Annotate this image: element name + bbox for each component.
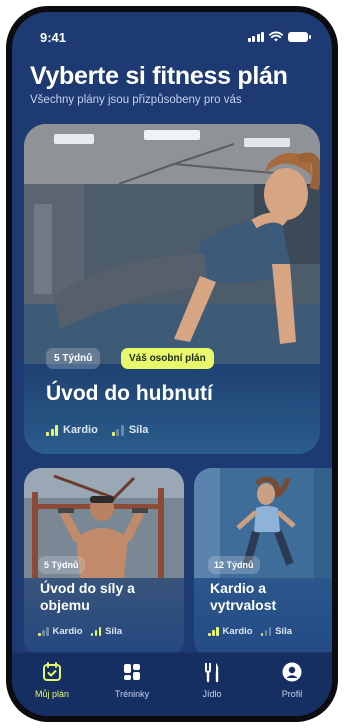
tab-label: Můj plán (34, 689, 70, 699)
tag-label: Kardio (52, 626, 83, 637)
level-bars-icon (38, 627, 49, 636)
cutlery-icon (199, 659, 225, 685)
tag-label: Síla (105, 626, 122, 637)
plan-tags: Kardio Síla (46, 424, 148, 436)
status-bar: 9:41 (12, 12, 332, 52)
plan-tags: Kardio Síla (38, 626, 122, 637)
profile-icon (279, 659, 305, 685)
tag-kardio: Kardio (208, 626, 253, 637)
calendar-check-icon (39, 659, 65, 685)
tag-kardio: Kardio (38, 626, 83, 637)
tab-bar: Můj plán Tréninky Jídlo Profil (12, 652, 332, 716)
tag-sila: Síla (260, 626, 292, 637)
featured-plan-card[interactable]: 5 Týdnů Váš osobní plán Úvod do hubnutí … (24, 124, 320, 454)
level-bars-icon (208, 627, 219, 636)
plan-name-line2: vytrvalost (210, 597, 277, 613)
plan-tags: Kardio Síla (208, 626, 292, 637)
tag-label: Síla (128, 424, 149, 436)
plan-name: Úvod do síly a objemu (40, 580, 135, 614)
plan-name-line1: Kardio a (210, 580, 267, 596)
app-screen: 9:41 Vyberte si fitness plán Všechny plá… (12, 12, 332, 716)
duration-badge: 5 Týdnů (46, 348, 101, 369)
plan-name-line2: objemu (40, 597, 90, 613)
status-icons (247, 31, 311, 42)
level-bars-icon (90, 627, 102, 636)
plan-card-strength[interactable]: 5 Týdnů Úvod do síly a objemu Kardio Síl… (24, 468, 184, 658)
battery-icon (288, 31, 311, 42)
plan-card-cardio[interactable]: 12 Týdnů Kardio a vytrvalost Kardio Síla (194, 468, 332, 658)
tab-food[interactable]: Jídlo (177, 659, 247, 699)
plan-name: Kardio a vytrvalost (210, 580, 276, 614)
tag-label: Kardio (222, 626, 253, 637)
level-bars-icon (260, 627, 272, 636)
wifi-icon (269, 31, 283, 42)
duration-badge: 12 Týdnů (208, 556, 260, 574)
tab-label: Tréninky (114, 689, 150, 699)
cellular-signal-icon (247, 31, 264, 42)
level-bars-icon (111, 424, 124, 436)
tag-sila: Síla (111, 424, 149, 436)
tab-label: Profil (281, 689, 303, 699)
tab-label: Jídlo (202, 689, 222, 699)
level-bars-icon (46, 424, 58, 436)
tag-sila: Síla (90, 626, 122, 637)
personal-plan-badge: Váš osobní plán (121, 348, 214, 369)
tag-label: Síla (275, 626, 292, 637)
duration-badge: 5 Týdnů (38, 556, 85, 574)
tab-workouts[interactable]: Tréninky (97, 659, 167, 699)
status-time: 9:41 (40, 30, 67, 45)
page-title: Vyberte si fitness plán (30, 62, 288, 90)
page-subtitle: Všechny plány jsou přizpůsobeny pro vás (30, 94, 242, 106)
plan-name-line1: Úvod do síly a (40, 580, 135, 596)
tab-my-plan[interactable]: Můj plán (17, 659, 87, 699)
phone-frame: 9:41 Vyberte si fitness plán Všechny plá… (6, 6, 338, 722)
tab-profile[interactable]: Profil (257, 659, 327, 699)
plan-name: Úvod do hubnutí (46, 382, 213, 405)
tag-label: Kardio (63, 424, 98, 436)
grid-icon (119, 659, 145, 685)
hero-photo-woman-plank (24, 124, 320, 364)
tag-kardio: Kardio (46, 424, 98, 436)
